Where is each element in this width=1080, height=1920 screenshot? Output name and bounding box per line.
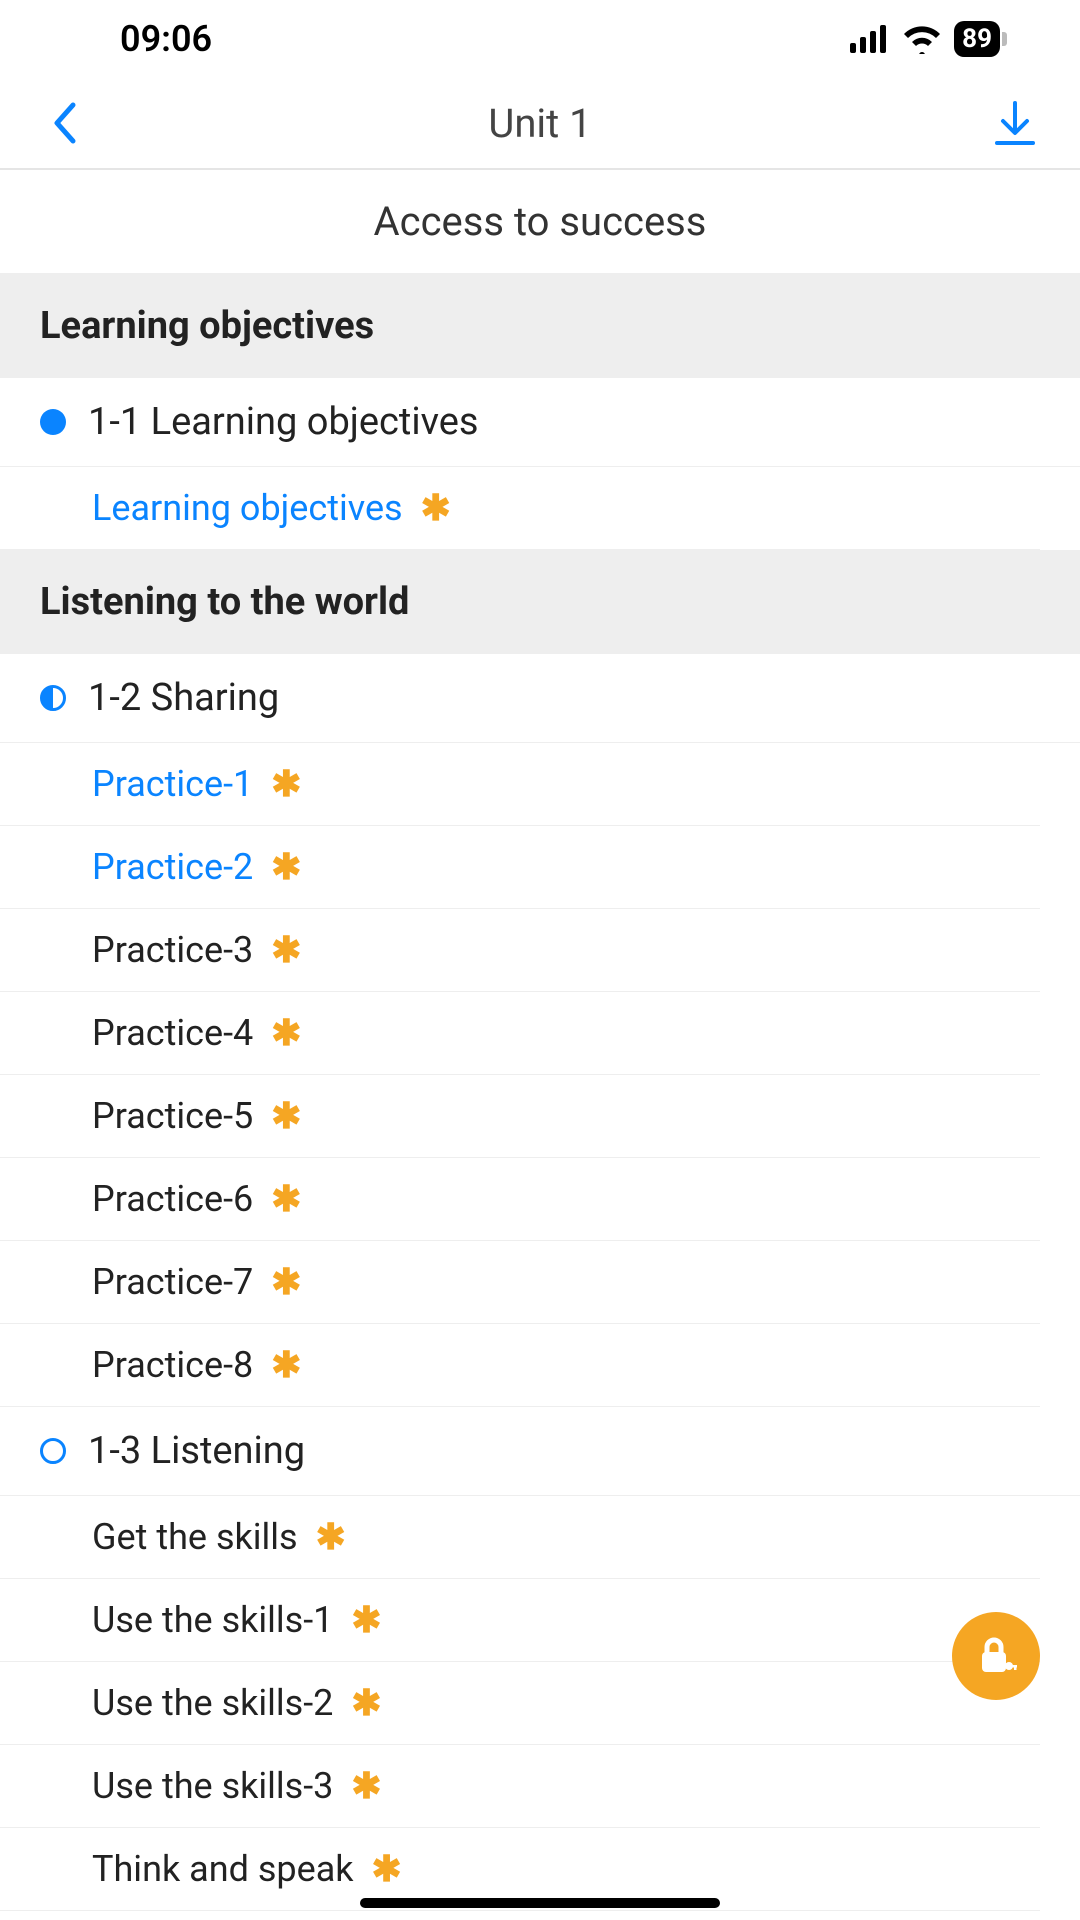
progress-bullet-icon (40, 685, 66, 711)
progress-bullet-icon (40, 1438, 66, 1464)
practice-item-label: Get the skills (92, 1516, 298, 1558)
signal-icon (850, 25, 890, 53)
download-button[interactable] (990, 98, 1040, 148)
back-button[interactable] (40, 98, 90, 148)
wifi-icon (902, 24, 942, 54)
practice-item-label: Think and speak (92, 1848, 354, 1890)
star-icon: ✱ (351, 1682, 381, 1724)
section-header: Learning objectives (0, 274, 1080, 378)
unit-item-label: 1-1 Learning objectives (88, 400, 479, 444)
status-right: 89 (850, 21, 1000, 57)
practice-item[interactable]: Use the skills-1 ✱ (0, 1579, 1040, 1662)
star-icon: ✱ (271, 929, 301, 971)
unit-item[interactable]: 1-3 Listening (0, 1407, 1080, 1496)
practice-item-label: Practice-3 (92, 929, 253, 971)
star-icon: ✱ (271, 1095, 301, 1137)
star-icon: ✱ (351, 1765, 381, 1807)
sections-container: Learning objectives 1-1 Learning objectiv… (0, 274, 1080, 1911)
progress-bullet-icon (40, 409, 66, 435)
practice-item[interactable]: Practice-6 ✱ (0, 1158, 1040, 1241)
practice-item-label: Use the skills-3 (92, 1765, 333, 1807)
star-icon: ✱ (421, 487, 451, 529)
section-header: Listening to the world (0, 550, 1080, 654)
star-icon: ✱ (271, 1012, 301, 1054)
practice-item[interactable]: Practice-3 ✱ (0, 909, 1040, 992)
practice-item[interactable]: Use the skills-2 ✱ (0, 1662, 1040, 1745)
practice-item[interactable]: Practice-4 ✱ (0, 992, 1040, 1075)
unit-item[interactable]: 1-1 Learning objectives (0, 378, 1080, 467)
star-icon: ✱ (271, 1178, 301, 1220)
practice-item[interactable]: Learning objectives ✱ (0, 467, 1040, 550)
practice-item[interactable]: Use the skills-3 ✱ (0, 1745, 1040, 1828)
practice-item-label: Practice-6 (92, 1178, 253, 1220)
practice-item[interactable]: Get the skills ✱ (0, 1496, 1040, 1579)
nav-bar: Unit 1 (0, 78, 1080, 170)
practice-item-label: Practice-1 (92, 763, 253, 805)
practice-item[interactable]: Practice-7 ✱ (0, 1241, 1040, 1324)
practice-item[interactable]: Practice-5 ✱ (0, 1075, 1040, 1158)
practice-item-label: Practice-2 (92, 846, 253, 888)
star-icon: ✱ (271, 1261, 301, 1303)
unit-item-label: 1-3 Listening (88, 1429, 305, 1473)
lock-fab[interactable] (952, 1612, 1040, 1700)
nav-title: Unit 1 (488, 100, 591, 147)
star-icon: ✱ (351, 1599, 381, 1641)
practice-item-label: Practice-5 (92, 1095, 253, 1137)
page-subtitle: Access to success (0, 170, 1080, 274)
home-indicator[interactable] (360, 1898, 720, 1908)
unit-item[interactable]: 1-2 Sharing (0, 654, 1080, 743)
practice-item[interactable]: Practice-8 ✱ (0, 1324, 1040, 1407)
practice-item-label: Learning objectives (92, 487, 403, 529)
battery-icon: 89 (954, 21, 1000, 57)
star-icon: ✱ (271, 763, 301, 805)
star-icon: ✱ (271, 1344, 301, 1386)
star-icon: ✱ (271, 846, 301, 888)
practice-item[interactable]: Practice-2 ✱ (0, 826, 1040, 909)
star-icon: ✱ (372, 1848, 402, 1890)
practice-item-label: Practice-7 (92, 1261, 253, 1303)
practice-item-label: Practice-4 (92, 1012, 253, 1054)
practice-item-label: Use the skills-1 (92, 1599, 333, 1641)
unit-item-label: 1-2 Sharing (88, 676, 279, 720)
practice-item-label: Practice-8 (92, 1344, 253, 1386)
status-bar: 09:06 89 (0, 0, 1080, 78)
star-icon: ✱ (316, 1516, 346, 1558)
status-time: 09:06 (120, 18, 212, 60)
practice-item-label: Use the skills-2 (92, 1682, 333, 1724)
practice-item[interactable]: Practice-1 ✱ (0, 743, 1040, 826)
